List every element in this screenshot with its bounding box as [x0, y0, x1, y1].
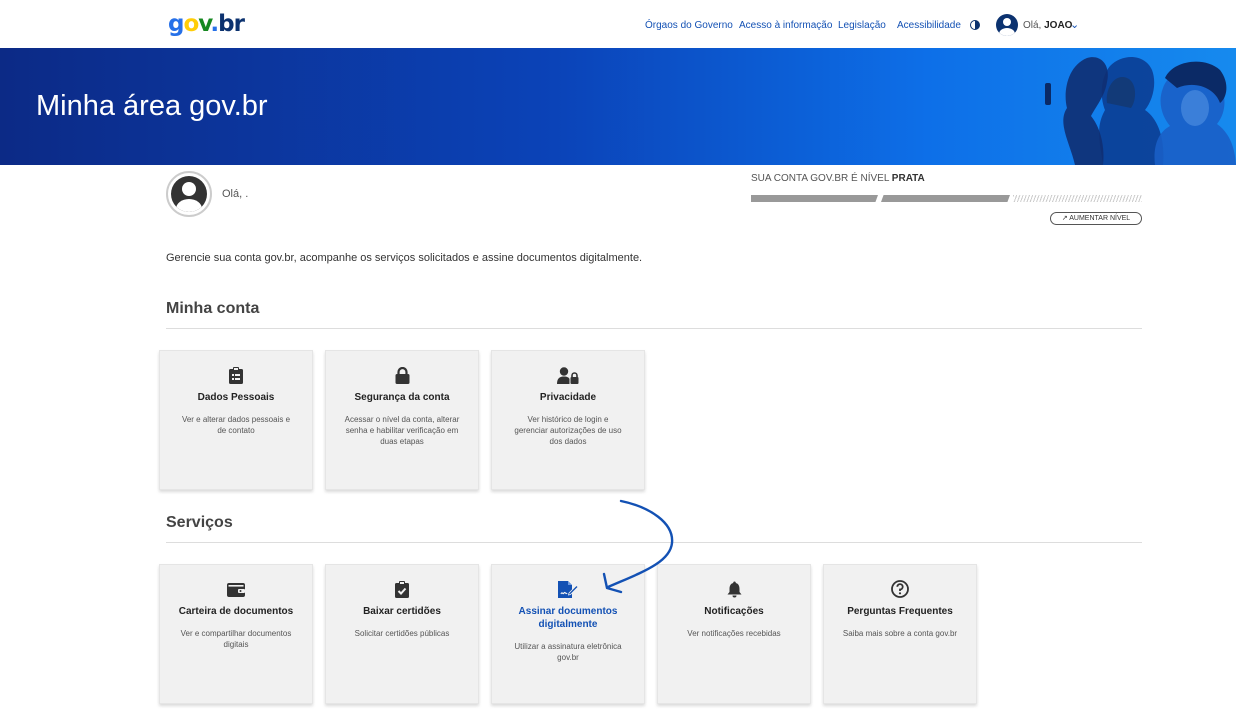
- card-carteira-documentos[interactable]: Carteira de documentos Ver e compartilha…: [159, 564, 313, 704]
- profile-greeting: Olá, .: [222, 188, 249, 200]
- card-title: Segurança da conta: [354, 392, 450, 403]
- card-dados-pessoais[interactable]: Dados Pessoais Ver e alterar dados pesso…: [159, 350, 313, 490]
- nav-link-orgaos[interactable]: Órgaos do Governo: [645, 20, 733, 31]
- card-title: Baixar certidões: [363, 606, 441, 617]
- trend-up-icon: ↗: [1061, 215, 1068, 222]
- logo-letter: r: [233, 11, 245, 37]
- avatar-placeholder-icon: [171, 176, 207, 212]
- level-value: PRATA: [891, 173, 925, 184]
- greeting-prefix: Olá,: [1023, 20, 1042, 31]
- profile-avatar: [166, 171, 212, 217]
- contrast-icon[interactable]: [970, 20, 980, 30]
- section-title-servicos: Serviços: [166, 514, 233, 531]
- page-title: Minha área gov.br: [36, 90, 268, 122]
- section-divider: [166, 328, 1142, 329]
- card-title: Assinar documentos digitalmente: [518, 606, 618, 630]
- annotation-arrow: [602, 499, 674, 594]
- card-description: Ver e alterar dados pessoais e de contat…: [181, 415, 291, 435]
- logo-letter: b: [218, 11, 235, 37]
- top-header: gov.br Órgaos do Governo Acesso à inform…: [0, 0, 1236, 48]
- clipboard-check-icon: [326, 579, 478, 599]
- account-level-label: SUA CONTA GOV.BR É NÍVEL PRATA: [751, 173, 925, 184]
- card-title: Privacidade: [539, 392, 597, 403]
- govbr-logo[interactable]: gov.br: [168, 11, 245, 37]
- section-title-minha-conta: Minha conta: [166, 300, 260, 317]
- intro-text: Gerencie sua conta gov.br, acompanhe os …: [166, 252, 643, 264]
- logo-letter: .: [210, 11, 219, 37]
- nav-link-acesso-informacao[interactable]: Acesso à informação: [739, 20, 832, 31]
- banner-people-illustration: [1045, 57, 1236, 165]
- nav-link-acessibilidade[interactable]: Acessibilidade: [897, 20, 961, 31]
- chevron-down-icon[interactable]: ⌄: [1070, 18, 1079, 31]
- card-privacidade[interactable]: Privacidade Ver histórico de login e ger…: [491, 350, 645, 490]
- card-description: Utilizar a assinatura eletrônica gov.br: [514, 642, 622, 662]
- level-bar-ouro: [1013, 195, 1142, 202]
- wallet-icon: [160, 579, 312, 599]
- user-greeting[interactable]: Olá, JOAO: [1023, 20, 1072, 31]
- hero-banner: Minha área gov.br: [0, 48, 1236, 165]
- logo-letter: g: [168, 11, 185, 37]
- card-title: Notificações: [704, 606, 764, 617]
- level-bar-prata: [881, 195, 1010, 202]
- question-circle-icon: [824, 579, 976, 599]
- logo-letter: v: [198, 11, 211, 37]
- user-avatar-icon[interactable]: [996, 14, 1018, 36]
- card-description: Ver notificações recebidas: [687, 629, 781, 638]
- user-name: JOAO: [1044, 20, 1073, 31]
- raise-level-label: AUMENTAR NÍVEL: [1069, 215, 1131, 222]
- user-lock-icon: [492, 365, 644, 385]
- card-description: Saiba mais sobre a conta gov.br: [842, 629, 958, 638]
- logo-letter: o: [183, 11, 199, 37]
- card-description: Solicitar certidões públicas: [354, 629, 450, 638]
- nav-link-legislacao[interactable]: Legislação: [838, 20, 886, 31]
- lock-icon: [326, 365, 478, 385]
- card-description: Ver e compartilhar documentos digitais: [180, 629, 292, 649]
- card-seguranca-conta[interactable]: Segurança da conta Acessar o nível da co…: [325, 350, 479, 490]
- level-prefix: SUA CONTA GOV.BR É NÍVEL: [751, 173, 890, 184]
- level-bar-bronze: [751, 195, 878, 202]
- raise-level-button[interactable]: ↗ AUMENTAR NÍVEL: [1050, 212, 1142, 225]
- card-description: Ver histórico de login e gerenciar autor…: [514, 415, 622, 446]
- card-title: Perguntas Frequentes: [847, 606, 953, 617]
- card-title: Dados Pessoais: [197, 392, 275, 403]
- card-description: Acessar o nível da conta, alterar senha …: [344, 415, 460, 446]
- card-perguntas-frequentes[interactable]: Perguntas Frequentes Saiba mais sobre a …: [823, 564, 977, 704]
- card-title: Carteira de documentos: [178, 606, 294, 617]
- card-baixar-certidoes[interactable]: Baixar certidões Solicitar certidões púb…: [325, 564, 479, 704]
- clipboard-list-icon: [160, 365, 312, 385]
